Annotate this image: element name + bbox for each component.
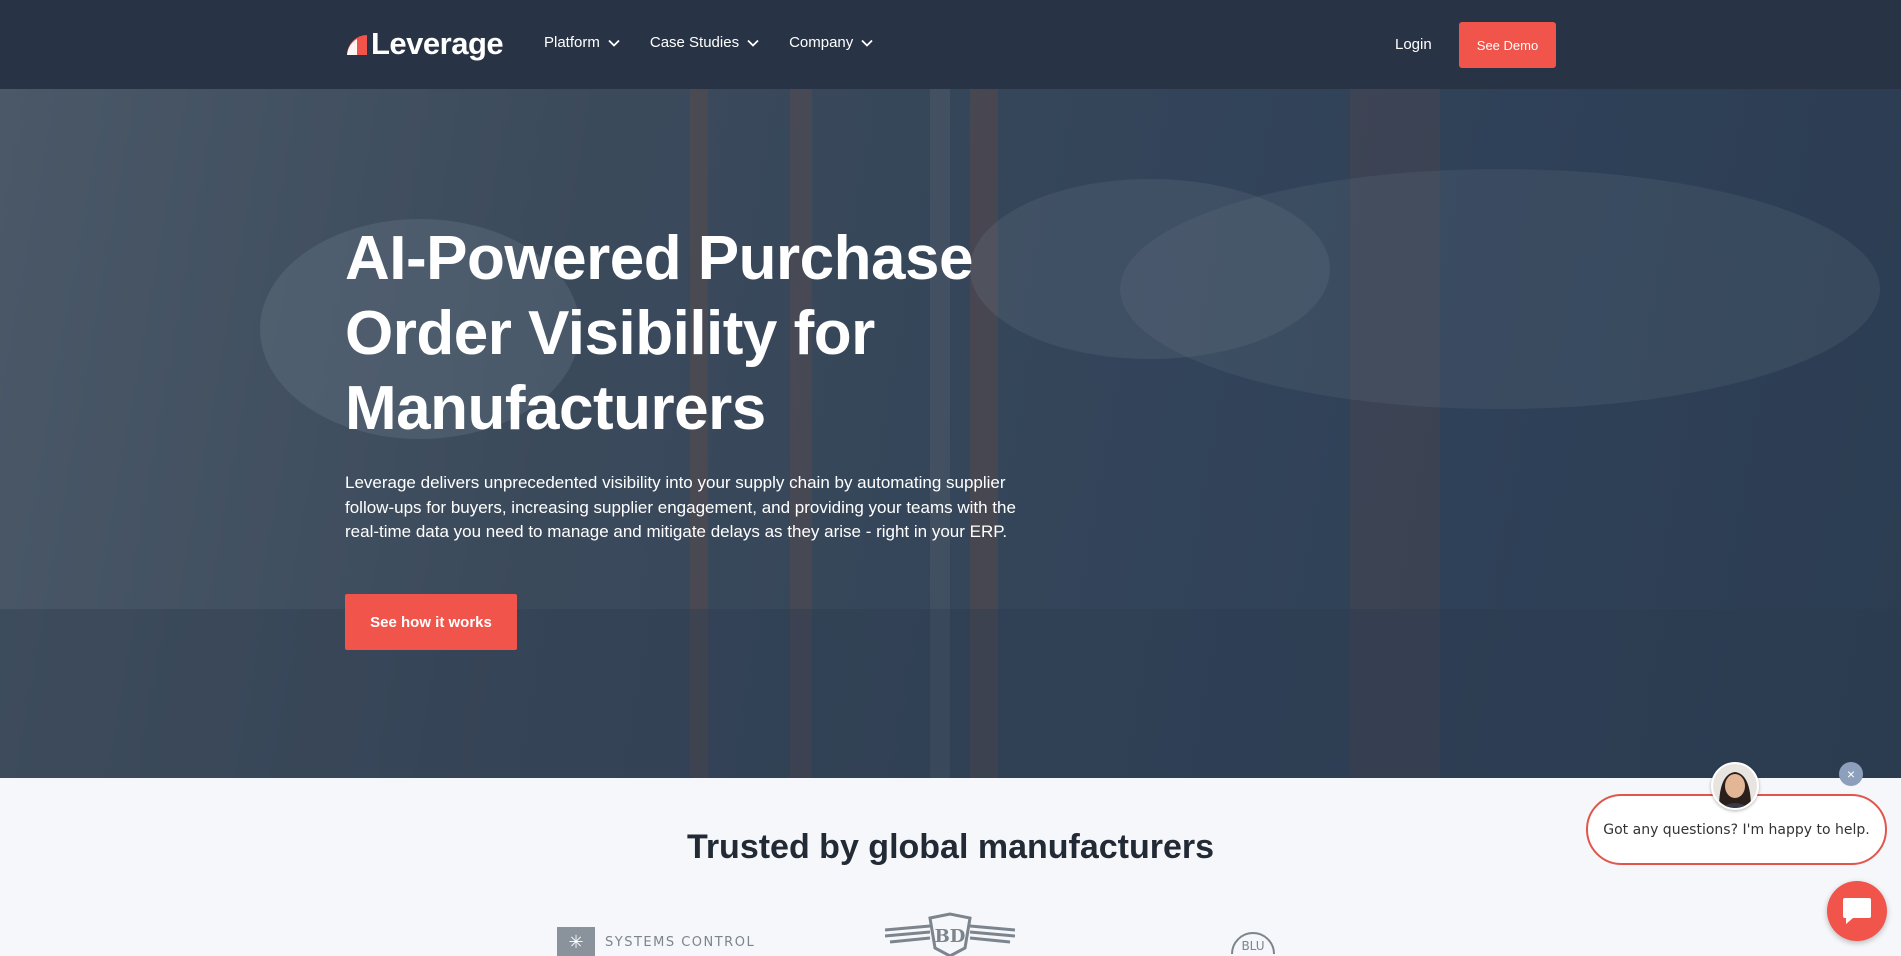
- hero-title: AI-Powered Purchase Order Visibility for…: [345, 224, 973, 443]
- chat-agent-avatar: [1711, 762, 1759, 810]
- main-nav: Platform Case Studies Company: [544, 34, 873, 51]
- site-header: Leverage Platform Case Studies Company L…: [0, 0, 1901, 89]
- systems-control-logo: ✳ SYSTEMS CONTROL: [557, 927, 755, 956]
- nav-case-studies[interactable]: Case Studies: [650, 34, 759, 51]
- wings-logo-text: BD: [935, 926, 966, 947]
- nav-case-studies-label: Case Studies: [649, 34, 740, 51]
- chat-close-button[interactable]: ×: [1839, 762, 1863, 786]
- logo-mark-icon: [345, 33, 369, 55]
- login-link[interactable]: Login: [1395, 36, 1432, 53]
- chevron-down-icon: [747, 39, 759, 47]
- hero-section: AI-Powered Purchase Order Visibility for…: [0, 89, 1901, 778]
- blu-logo: BLU: [1231, 932, 1275, 955]
- hero-subtitle: Leverage delivers unprecedented visibili…: [345, 473, 1016, 541]
- blu-logo-text: BLU: [1241, 939, 1264, 953]
- systems-control-text: SYSTEMS CONTROL: [605, 934, 756, 950]
- chevron-down-icon: [861, 39, 873, 47]
- agent-avatar-icon: [1713, 764, 1757, 808]
- nav-company[interactable]: Company: [789, 34, 873, 51]
- nav-platform-label: Platform: [544, 34, 600, 51]
- wings-logo: BD: [885, 912, 1015, 956]
- nav-company-label: Company: [789, 34, 854, 51]
- chat-launcher-button[interactable]: [1827, 881, 1887, 941]
- nav-platform[interactable]: Platform: [544, 34, 620, 51]
- chat-icon: [1843, 898, 1871, 924]
- leverage-logo[interactable]: Leverage: [345, 26, 504, 62]
- see-demo-button[interactable]: See Demo: [1459, 22, 1556, 68]
- see-how-it-works-button[interactable]: See how it works: [345, 594, 517, 650]
- logo-text: Leverage: [371, 26, 504, 61]
- chat-message: Got any questions? I'm happy to help.: [1603, 821, 1870, 838]
- chevron-down-icon: [608, 39, 620, 47]
- atom-icon: ✳: [557, 927, 595, 956]
